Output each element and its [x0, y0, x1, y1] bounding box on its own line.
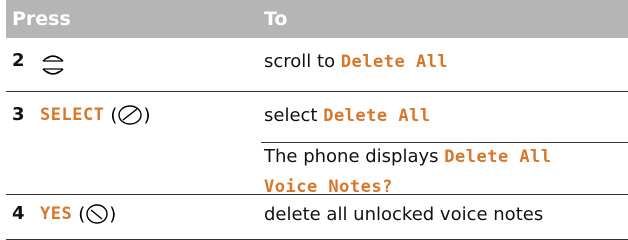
action-text: scroll to — [264, 51, 341, 72]
note-target-line2: Voice Notes? — [264, 177, 393, 197]
table-header: Press To — [6, 0, 628, 38]
note-text: The phone displays — [264, 146, 445, 167]
header-press: Press — [12, 8, 71, 30]
step-number: 2 — [12, 50, 25, 71]
header-to: To — [264, 8, 288, 30]
step-number: 3 — [12, 104, 25, 125]
select-key-label: SELECT — [40, 105, 105, 125]
inner-divider — [261, 142, 628, 143]
table-row: 4 YES ( ) delete all unlocked voice note… — [6, 195, 628, 240]
yes-key-icon — [85, 203, 109, 225]
action-text: select — [264, 105, 324, 126]
scroll-key-icon — [40, 50, 66, 80]
instruction-table: Press To 2 scroll to Delete All 3 SELECT… — [6, 0, 628, 240]
action-target: Delete All — [340, 52, 449, 72]
table-row: 3 SELECT ( ) select Delete All The phone… — [6, 92, 628, 197]
table-row: 2 scroll to Delete All — [6, 38, 628, 92]
note-target-line1: Delete All — [444, 147, 552, 167]
action-target: Delete All — [323, 106, 431, 126]
step-number: 4 — [12, 203, 25, 224]
action-text: delete all unlocked voice notes — [264, 204, 544, 225]
yes-key-label: YES — [40, 204, 73, 224]
select-key-icon — [117, 104, 143, 126]
